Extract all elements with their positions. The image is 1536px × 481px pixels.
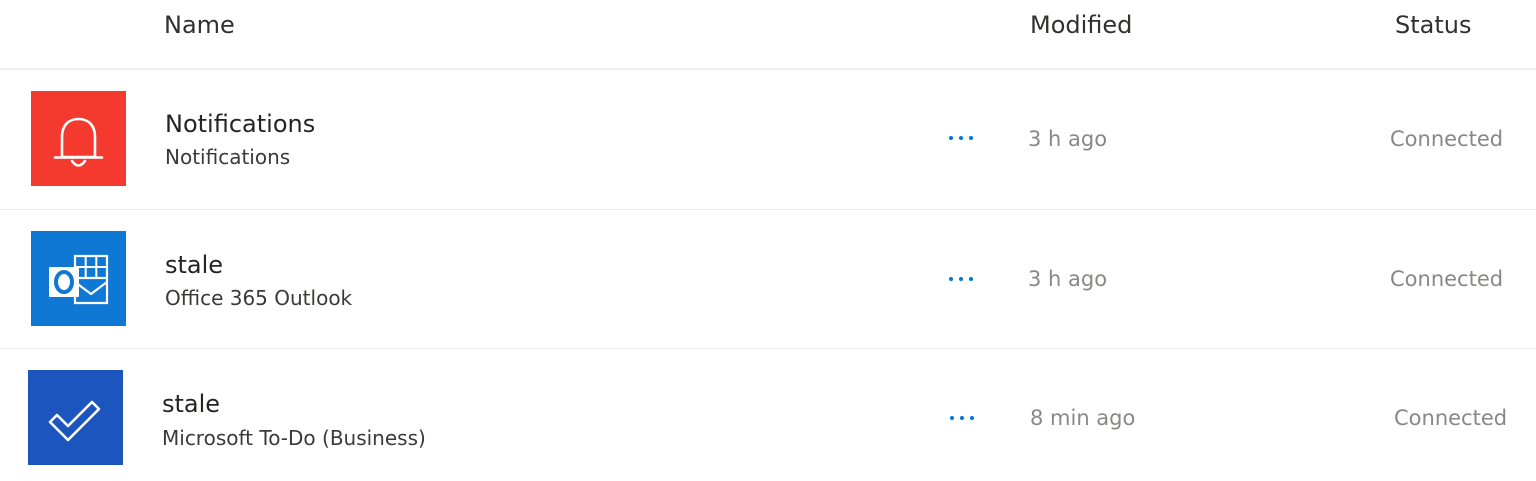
bell-icon <box>31 91 126 186</box>
status-text: Connected <box>1390 267 1504 291</box>
more-options-button[interactable] <box>941 264 981 294</box>
outlook-icon <box>31 231 126 326</box>
connection-type: Notifications <box>165 145 291 169</box>
connection-row[interactable]: stale Office 365 Outlook 3 h ago Connect… <box>0 210 1536 349</box>
connection-type: Office 365 Outlook <box>165 286 353 310</box>
modified-time: 3 h ago <box>1028 127 1108 151</box>
status-text: Connected <box>1394 406 1508 430</box>
more-options-button[interactable] <box>942 403 982 433</box>
status-text: Connected <box>1390 127 1504 151</box>
modified-time: 8 min ago <box>1030 406 1136 430</box>
connection-title: stale <box>165 251 224 279</box>
column-header-name[interactable]: Name <box>164 11 235 39</box>
modified-time: 3 h ago <box>1028 267 1108 291</box>
connection-row[interactable]: Notifications Notifications 3 h ago Conn… <box>0 71 1536 210</box>
connection-title: Notifications <box>165 110 316 138</box>
todo-check-icon <box>28 370 123 465</box>
connection-type: Microsoft To-Do (Business) <box>162 426 426 450</box>
column-header-modified[interactable]: Modified <box>1030 11 1132 39</box>
column-header-status[interactable]: Status <box>1395 11 1471 39</box>
connection-title: stale <box>162 390 221 418</box>
connections-page: Name Modified Status Notifications Notif… <box>0 0 1536 481</box>
list-header: Name Modified Status <box>0 0 1536 70</box>
connection-row[interactable]: stale Microsoft To-Do (Business) 8 min a… <box>0 349 1536 481</box>
more-options-button[interactable] <box>941 123 981 153</box>
